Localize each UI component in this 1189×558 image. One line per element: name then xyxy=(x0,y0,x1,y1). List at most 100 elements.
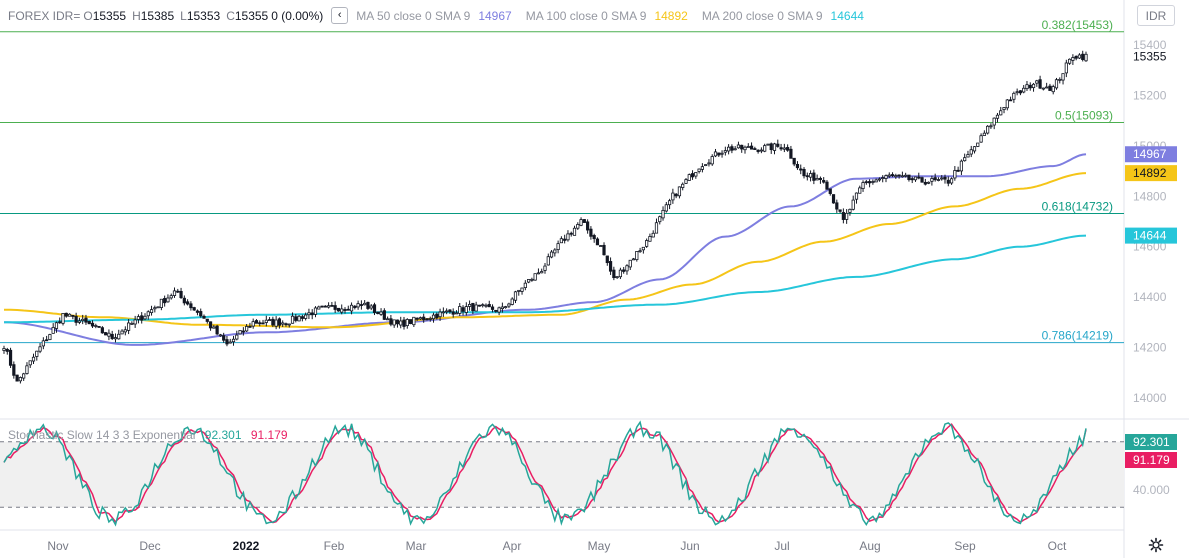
candle-body xyxy=(1015,91,1019,94)
candle-body xyxy=(868,181,872,184)
fib-label: 0.786(14219) xyxy=(1042,329,1113,343)
candle-body xyxy=(733,148,737,151)
chevron-left-icon[interactable]: ‹ xyxy=(331,7,349,24)
candle-body xyxy=(881,177,885,179)
candle-body xyxy=(123,329,127,333)
candle-body xyxy=(710,156,714,165)
candle-body xyxy=(54,322,59,329)
candle-body xyxy=(674,193,678,197)
candle-body xyxy=(612,269,616,279)
candle-body xyxy=(645,240,649,247)
candle-body xyxy=(789,148,793,159)
ohlc-value-h: 15385 xyxy=(140,8,175,23)
ohlc-value-l: 15353 xyxy=(186,8,221,23)
candle-body xyxy=(756,149,760,152)
candle-body xyxy=(159,298,163,308)
candle-body xyxy=(671,192,675,201)
candle-body xyxy=(877,178,882,181)
candle-body xyxy=(740,144,744,150)
candle-body xyxy=(527,279,531,283)
candle-body xyxy=(481,304,485,307)
time-tick-label: Jun xyxy=(680,539,699,553)
candle-body xyxy=(1035,80,1039,84)
candle-body xyxy=(638,250,642,253)
gear-icon[interactable] xyxy=(1148,537,1164,553)
candle-body xyxy=(517,289,521,292)
candle-body xyxy=(504,306,508,309)
candle-body xyxy=(215,325,219,335)
candle-body xyxy=(61,313,65,324)
candle-body xyxy=(330,305,334,307)
candle-body xyxy=(1025,84,1029,90)
candle-body xyxy=(290,315,295,324)
candle-body xyxy=(163,298,167,304)
candle-body xyxy=(576,224,580,229)
candle-body xyxy=(569,232,573,235)
candle-body xyxy=(622,269,626,272)
candle-body xyxy=(297,315,301,322)
candle-body xyxy=(372,304,377,313)
candle-body xyxy=(822,180,826,183)
candle-body xyxy=(707,162,711,165)
candle-body xyxy=(231,338,236,343)
candle-body xyxy=(858,187,862,194)
indicator-legend: MA 50 close 0 SMA 9 14967 MA 100 close 0 S… xyxy=(348,9,864,23)
price-tick-label: 14800 xyxy=(1133,189,1167,203)
candle-body xyxy=(540,271,544,274)
candle-body xyxy=(402,319,406,327)
candle-body xyxy=(586,221,590,231)
candle-body xyxy=(831,194,836,204)
candle-body xyxy=(523,282,527,288)
candle-body xyxy=(117,333,121,340)
time-tick-label: Jul xyxy=(774,539,789,553)
candle-body xyxy=(195,310,200,313)
candle-body xyxy=(146,311,150,317)
candle-body xyxy=(930,178,934,182)
candle-body xyxy=(245,326,249,332)
candle-body xyxy=(104,332,108,336)
candle-body xyxy=(592,235,596,240)
candle-body xyxy=(677,186,682,197)
candle-body xyxy=(690,173,695,178)
candle-body xyxy=(530,278,534,281)
candle-body xyxy=(697,168,701,172)
candle-body xyxy=(264,319,268,323)
candle-body xyxy=(490,306,495,310)
symbol-selector[interactable]: IDR xyxy=(1137,5,1175,26)
candle-body xyxy=(999,110,1003,116)
candle-body xyxy=(654,222,659,234)
candle-body xyxy=(458,306,462,314)
candle-body xyxy=(22,373,26,379)
candle-body xyxy=(966,154,970,158)
candle-body xyxy=(700,166,704,170)
candle-body xyxy=(992,117,996,126)
candle-body xyxy=(694,172,698,177)
candle-body xyxy=(461,307,465,312)
candle-body xyxy=(484,304,488,307)
candle-body xyxy=(58,321,62,324)
candle-body xyxy=(776,143,780,147)
candle-body xyxy=(1005,99,1009,109)
candle-body xyxy=(254,320,259,324)
candle-body xyxy=(304,314,308,319)
candle-body xyxy=(133,319,137,325)
candle-body xyxy=(818,177,823,180)
candle-body xyxy=(1041,87,1045,90)
candle-body xyxy=(556,243,560,250)
candle-body xyxy=(648,236,652,242)
candle-body xyxy=(897,174,901,177)
candle-body xyxy=(97,326,101,328)
candle-body xyxy=(169,295,173,299)
candle-body xyxy=(274,319,278,327)
candle-body xyxy=(130,322,134,325)
price-chart[interactable]: 0.382(15453) 0.5(15093) 0.618(14732) 0.786(… xyxy=(0,0,1189,558)
candle-body xyxy=(392,319,396,326)
candle-body xyxy=(795,163,800,169)
candle-body xyxy=(615,276,619,279)
candle-body xyxy=(894,175,898,178)
candle-body xyxy=(667,200,672,206)
stochastic-value-label: 91.179 xyxy=(1133,453,1170,467)
candle-body xyxy=(454,312,459,315)
fib-label: 0.5(15093) xyxy=(1055,108,1113,122)
candle-body xyxy=(251,321,255,327)
